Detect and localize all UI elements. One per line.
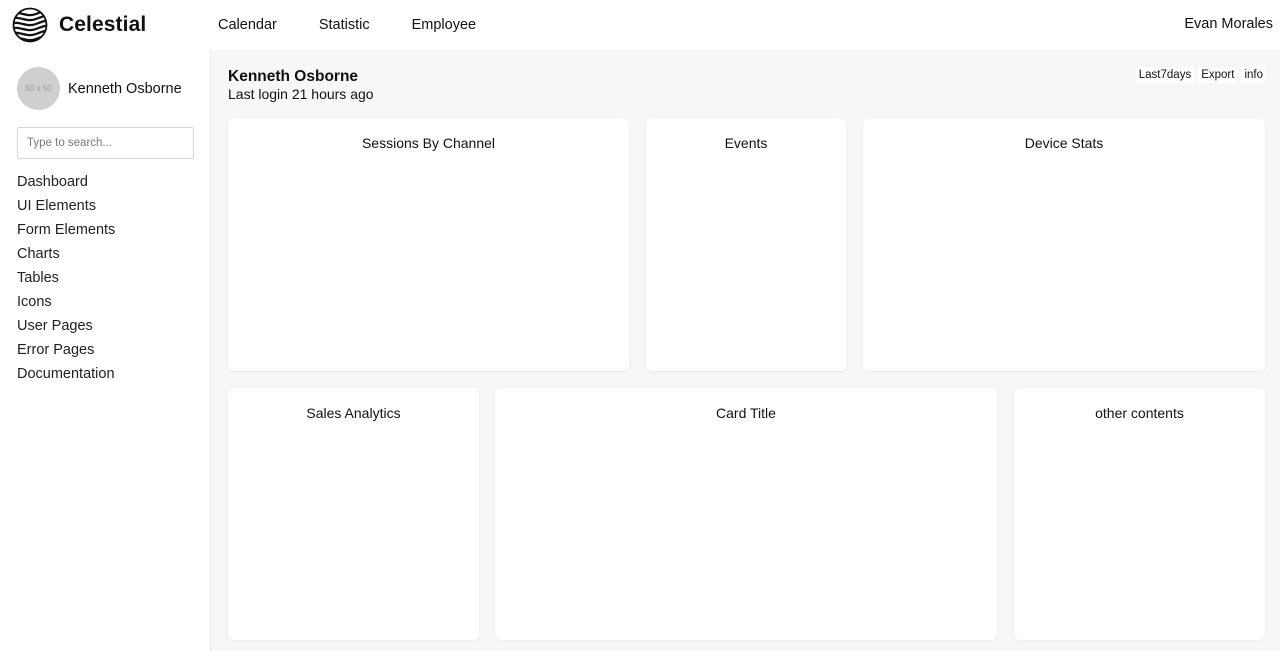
top-navbar: Celestial Calendar Statistic Employee Ev…	[0, 0, 1280, 50]
card-title: Device Stats	[1024, 135, 1104, 151]
card-title: Sessions By Channel	[361, 135, 496, 151]
sidebar-item-charts[interactable]: Charts	[17, 246, 115, 270]
nav-calendar[interactable]: Calendar	[218, 17, 277, 33]
header-actions: Last7days Export info	[1135, 67, 1266, 83]
nav-statistic[interactable]: Statistic	[319, 17, 370, 33]
avatar-placeholder-text: 50 x 50	[25, 84, 52, 93]
info-button[interactable]: info	[1241, 67, 1266, 83]
card-title: Sales Analytics	[306, 405, 401, 421]
export-button[interactable]: Export	[1198, 67, 1238, 83]
profile-name: Kenneth Osborne	[68, 80, 182, 97]
wave-globe-icon	[12, 7, 48, 43]
card-events: Events	[646, 118, 846, 371]
search-input[interactable]	[17, 127, 194, 159]
date-range-button[interactable]: Last7days	[1135, 67, 1195, 83]
sidebar-item-user-pages[interactable]: User Pages	[17, 318, 115, 342]
last-login-text: Last login 21 hours ago	[228, 86, 374, 102]
sidebar: 50 x 50 Kenneth Osborne Dashboard UI Ele…	[0, 50, 211, 651]
sidebar-item-dashboard[interactable]: Dashboard	[17, 174, 115, 198]
card-other-contents: other contents	[1014, 388, 1265, 640]
card-generic: Card Title	[495, 388, 997, 640]
sidebar-item-error-pages[interactable]: Error Pages	[17, 342, 115, 366]
sidebar-item-ui-elements[interactable]: UI Elements	[17, 198, 115, 222]
brand[interactable]: Celestial	[0, 0, 211, 50]
page-title: Kenneth Osborne	[228, 68, 359, 85]
sidebar-profile: 50 x 50 Kenneth Osborne	[17, 67, 182, 110]
card-title: other contents	[1095, 405, 1184, 421]
card-title: Events	[724, 135, 768, 151]
card-sessions-by-channel: Sessions By Channel	[228, 118, 629, 371]
sidebar-item-documentation[interactable]: Documentation	[17, 366, 115, 390]
brand-name: Celestial	[59, 13, 147, 36]
avatar: 50 x 50	[17, 67, 60, 110]
top-nav: Calendar Statistic Employee	[218, 17, 518, 33]
sidebar-menu: Dashboard UI Elements Form Elements Char…	[17, 174, 115, 390]
user-menu[interactable]: Evan Morales	[1184, 16, 1273, 32]
card-device-stats: Device Stats	[863, 118, 1265, 371]
sidebar-item-form-elements[interactable]: Form Elements	[17, 222, 115, 246]
card-sales-analytics: Sales Analytics	[228, 388, 479, 640]
card-title: Card Title	[716, 405, 776, 421]
sidebar-item-icons[interactable]: Icons	[17, 294, 115, 318]
sidebar-item-tables[interactable]: Tables	[17, 270, 115, 294]
nav-employee[interactable]: Employee	[412, 17, 476, 33]
